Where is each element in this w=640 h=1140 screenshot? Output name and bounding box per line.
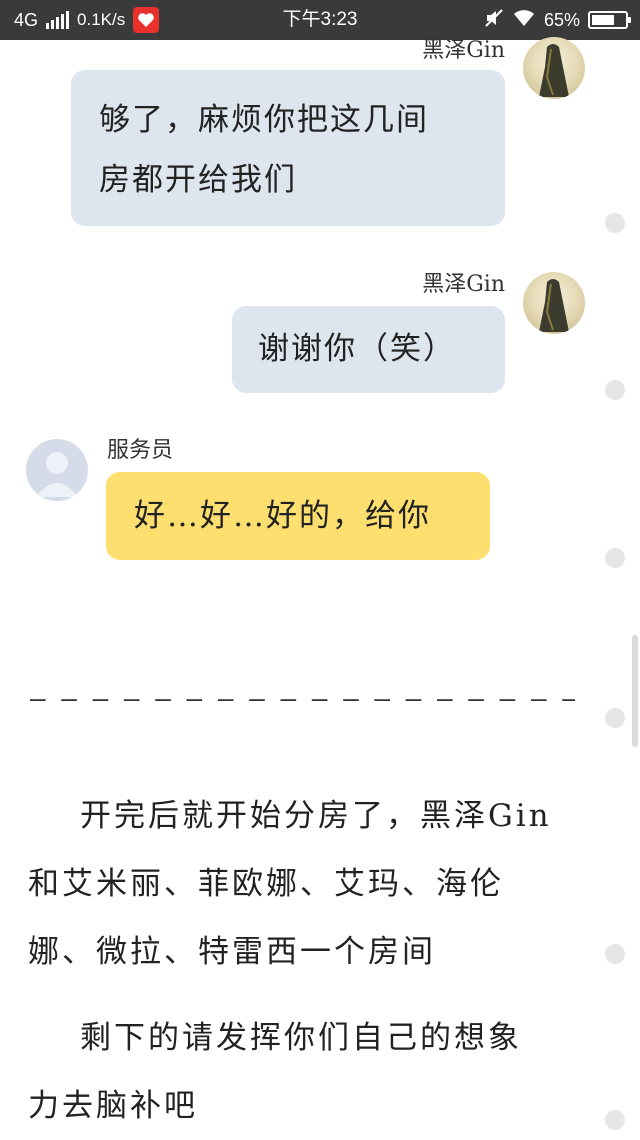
message-bubble[interactable]: 好…好…好的，给你 xyxy=(106,472,490,560)
signal-icon xyxy=(46,11,70,29)
comment-dot[interactable] xyxy=(605,380,625,400)
status-left: 4G 0.1K/s xyxy=(14,0,160,40)
sender-name: 服务员 xyxy=(107,438,174,463)
comment-dot[interactable] xyxy=(605,548,625,568)
scrollbar[interactable] xyxy=(632,635,638,747)
comment-dot[interactable] xyxy=(605,213,625,233)
message-line: 够了，麻烦你把这几间 xyxy=(99,102,429,138)
sender-name: 黑泽Gin xyxy=(422,272,505,297)
narration-line: 和艾米丽、菲欧娜、艾玛、海伦 xyxy=(28,866,504,902)
narration-paragraph: 开完后就开始分房了，黑泽Gin 和艾米丽、菲欧娜、艾玛、海伦 娜、微拉、特雷西一… xyxy=(28,782,588,986)
mute-icon xyxy=(484,8,504,33)
section-divider: — — — — — — — — — — — — — — — — — — — — xyxy=(30,684,575,714)
narration-paragraph: 剩下的请发挥你们自己的想象 力去脑补吧 xyxy=(28,1004,588,1140)
network-speed: 0.1K/s xyxy=(77,10,126,29)
narration-line: 力去脑补吧 xyxy=(28,1088,198,1124)
message-bubble[interactable]: 谢谢你（笑） xyxy=(232,306,505,393)
comment-dot[interactable] xyxy=(605,944,625,964)
narration-line: 剩下的请发挥你们自己的想象 xyxy=(80,1020,522,1056)
notification-app-icon xyxy=(133,7,160,33)
avatar-gin[interactable] xyxy=(523,37,585,99)
message-line: 房都开给我们 xyxy=(99,162,297,198)
avatar-gin[interactable] xyxy=(523,272,585,334)
comment-dot[interactable] xyxy=(605,1110,625,1130)
narration-line: 娜、微拉、特雷西一个房间 xyxy=(28,934,436,970)
narration-line: 开完后就开始分房了，黑泽Gin xyxy=(80,798,552,834)
battery-percent: 65% xyxy=(543,9,580,30)
message-bubble[interactable]: 够了，麻烦你把这几间 房都开给我们 xyxy=(71,70,505,226)
battery-icon xyxy=(588,11,631,29)
wifi-icon xyxy=(512,8,536,33)
network-type: 4G xyxy=(14,9,39,30)
message-text: 好…好…好的，给你 xyxy=(134,498,431,534)
status-right: 65% xyxy=(484,0,631,40)
message-text: 谢谢你（笑） xyxy=(258,331,456,367)
avatar-default[interactable] xyxy=(26,439,88,501)
comment-dot[interactable] xyxy=(605,708,625,728)
status-bar: 4G 0.1K/s 下午3:23 65% xyxy=(0,0,640,40)
sender-name: 黑泽Gin xyxy=(422,38,505,63)
